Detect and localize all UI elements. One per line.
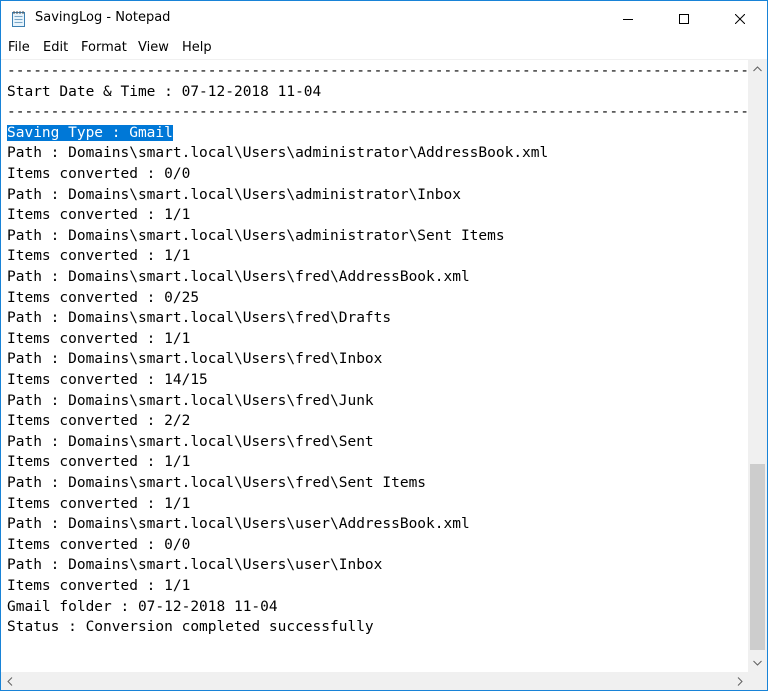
- text-line: ----------------------------------------…: [7, 61, 748, 81]
- text-line: Items converted : 0/0: [7, 164, 190, 184]
- line-text: Items converted : 0/25: [7, 289, 200, 306]
- line-text: Path : Domains\smart.local\Users\fred\Se…: [7, 433, 374, 450]
- text-line: Items converted : 1/1: [7, 452, 190, 472]
- line-text: Items converted : 14/15: [7, 372, 208, 388]
- scroll-down-button[interactable]: [748, 654, 767, 671]
- line-text: Start Date & Time : 07-12-2018 11-04: [7, 83, 322, 100]
- text-line: ----------------------------------------…: [7, 102, 748, 122]
- line-text: Path : Domains\smart.local\Users\adminis…: [7, 186, 461, 203]
- menu-format[interactable]: Format: [81, 40, 127, 55]
- line-text: Items converted : 1/1: [7, 207, 191, 224]
- text-line: Items converted : 14/15: [7, 370, 208, 390]
- line-text: Items converted : 0/0: [7, 536, 191, 553]
- text-line: Items converted : 0/25: [7, 288, 199, 308]
- line-text: Items converted : 1/1: [7, 578, 191, 594]
- chevron-up-icon: [753, 65, 762, 71]
- menu-view[interactable]: View: [138, 40, 169, 55]
- line-text: Path : Domains\smart.local\Users\fred\Ad…: [7, 269, 470, 285]
- line-text: Items converted : 2/2: [7, 413, 191, 430]
- title-bar[interactable]: SavingLog - Notepad: [1, 1, 767, 37]
- text-line: Path : Domains\smart.local\Users\user\In…: [7, 555, 382, 575]
- close-button[interactable]: [717, 1, 763, 37]
- line-text: Path : Domains\smart.local\Users\user\Ad…: [7, 516, 470, 533]
- line-text: Path : Domains\smart.local\Users\adminis…: [7, 145, 549, 162]
- line-text: ----------------------------------------…: [7, 63, 748, 79]
- minimize-icon: [623, 19, 633, 20]
- text-line: Path : Domains\smart.local\Users\fred\Dr…: [7, 308, 391, 328]
- text-line: Path : Domains\smart.local\Users\adminis…: [7, 226, 505, 246]
- chevron-down-icon: [753, 660, 762, 666]
- line-text: Items converted : 1/1: [7, 454, 191, 471]
- text-line: Path : Domains\smart.local\Users\adminis…: [7, 143, 548, 163]
- text-line: Items converted : 1/1: [7, 246, 190, 266]
- notepad-window: SavingLog - Notepad File Edit Format Vie…: [0, 0, 768, 691]
- window-title: SavingLog - Notepad: [35, 10, 171, 25]
- selected-text: Saving Type : Gmail: [7, 124, 173, 141]
- text-line: Items converted : 1/1: [7, 494, 190, 514]
- notepad-icon: [11, 10, 27, 28]
- menu-file[interactable]: File: [8, 40, 30, 55]
- line-text: Path : Domains\smart.local\Users\fred\Se…: [7, 475, 427, 491]
- line-text: Path : Domains\smart.local\Users\adminis…: [7, 227, 505, 244]
- scroll-right-button[interactable]: [731, 672, 748, 690]
- line-text: Path : Domains\smart.local\Users\user\In…: [7, 557, 383, 574]
- text-line: Path : Domains\smart.local\Users\fred\Ad…: [7, 267, 470, 287]
- line-text: Path : Domains\smart.local\Users\fred\In…: [7, 351, 383, 368]
- text-line: Path : Domains\smart.local\Users\user\Ad…: [7, 514, 470, 534]
- line-text: Items converted : 1/1: [7, 330, 191, 347]
- horizontal-scrollbar[interactable]: [1, 672, 748, 690]
- line-text: Gmail folder : 07-12-2018 11-04: [7, 598, 278, 615]
- line-text: Status : Conversion completed successful…: [7, 619, 374, 636]
- text-line: Start Date & Time : 07-12-2018 11-04: [7, 82, 321, 102]
- text-line: Items converted : 1/1: [7, 576, 190, 596]
- text-line: Path : Domains\smart.local\Users\fred\Se…: [7, 432, 374, 452]
- scrollbar-corner: [748, 672, 767, 690]
- scroll-up-button[interactable]: [748, 60, 767, 77]
- menu-bar: File Edit Format View Help: [1, 37, 767, 60]
- menu-help[interactable]: Help: [182, 40, 212, 55]
- maximize-button[interactable]: [661, 1, 707, 37]
- line-text: Items converted : 1/1: [7, 495, 191, 512]
- text-line: Saving Type : Gmail: [7, 123, 173, 143]
- text-line: Gmail folder : 07-12-2018 11-04: [7, 597, 278, 617]
- vertical-scrollbar[interactable]: [748, 60, 767, 672]
- text-line: Path : Domains\smart.local\Users\fred\Ju…: [7, 391, 374, 411]
- scroll-left-button[interactable]: [1, 672, 18, 690]
- vertical-scroll-thumb[interactable]: [750, 464, 765, 650]
- text-editor[interactable]: ----------------------------------------…: [1, 60, 748, 672]
- chevron-left-icon: [6, 676, 12, 686]
- text-line: Path : Domains\smart.local\Users\fred\In…: [7, 349, 382, 369]
- line-text: Path : Domains\smart.local\Users\fred\Ju…: [7, 392, 374, 409]
- text-line: Path : Domains\smart.local\Users\adminis…: [7, 185, 461, 205]
- maximize-icon: [679, 14, 689, 24]
- minimize-button[interactable]: [605, 1, 651, 37]
- text-line: Path : Domains\smart.local\Users\fred\Se…: [7, 473, 426, 493]
- text-line: Items converted : 1/1: [7, 205, 190, 225]
- line-text: Items converted : 0/0: [7, 166, 191, 182]
- text-line: Items converted : 1/1: [7, 329, 190, 349]
- line-text: Path : Domains\smart.local\Users\fred\Dr…: [7, 310, 392, 327]
- line-text: Items converted : 1/1: [7, 248, 191, 265]
- menu-edit[interactable]: Edit: [43, 40, 68, 55]
- chevron-right-icon: [737, 676, 743, 686]
- text-line: Items converted : 2/2: [7, 411, 190, 431]
- text-line: Items converted : 0/0: [7, 535, 190, 555]
- text-line: Status : Conversion completed successful…: [7, 617, 374, 637]
- close-icon: [735, 14, 745, 24]
- line-text: ----------------------------------------…: [7, 104, 748, 121]
